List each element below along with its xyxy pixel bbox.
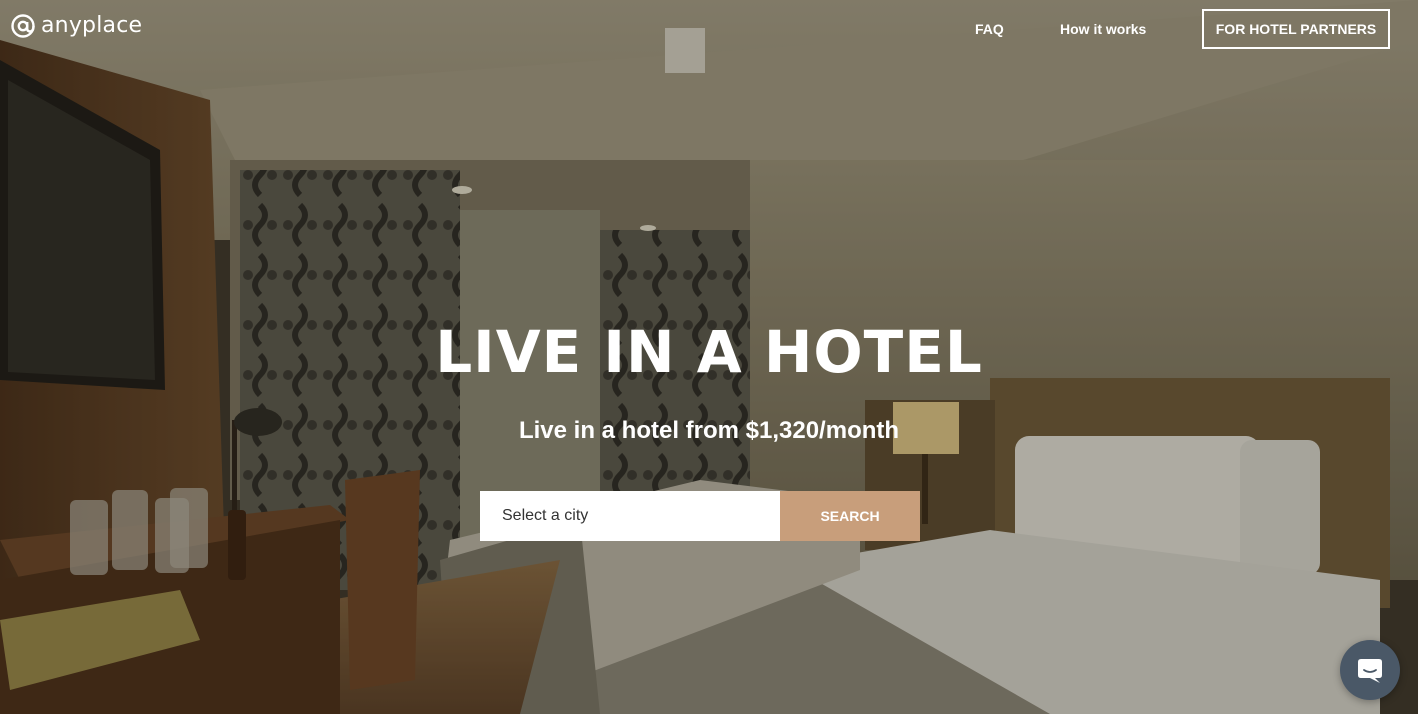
nav-how-it-works-link[interactable]: How it works	[1060, 20, 1146, 38]
brand-name: anyplace	[41, 13, 143, 38]
site-header: anyplace FAQ How it works FOR HOTEL PART…	[0, 0, 1418, 58]
logo-link[interactable]: anyplace	[10, 13, 142, 39]
hotel-partners-button[interactable]: FOR HOTEL PARTNERS	[1202, 9, 1390, 49]
nav-faq-link[interactable]: FAQ	[975, 20, 1004, 38]
search-form: SEARCH	[480, 491, 920, 541]
hero-title: LIVE IN A HOTEL	[435, 318, 983, 386]
chat-launcher-button[interactable]	[1340, 640, 1400, 700]
at-sign-icon	[11, 14, 35, 38]
chat-bubble-icon	[1358, 659, 1382, 683]
hero-subtitle: Live in a hotel from $1,320/month	[518, 417, 900, 444]
city-select-input[interactable]	[480, 491, 780, 541]
search-button[interactable]: SEARCH	[780, 491, 920, 541]
